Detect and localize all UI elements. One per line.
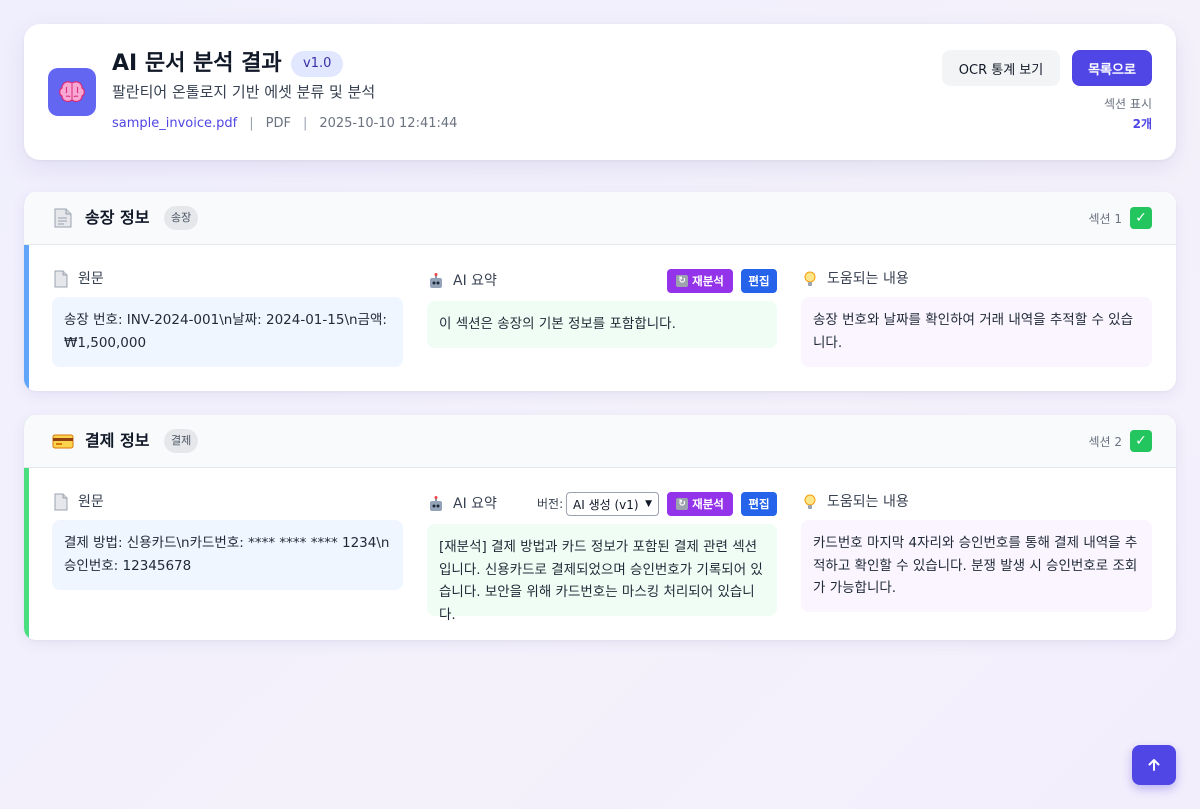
robot-icon	[430, 273, 442, 288]
ai-summary-box: 이 섹션은 송장의 기본 정보를 포함합니다.	[427, 301, 777, 348]
scroll-top-button[interactable]	[1132, 745, 1176, 785]
edit-button[interactable]: 편집	[741, 492, 777, 516]
arrow-up-icon	[1148, 759, 1160, 771]
refresh-icon: ↻	[676, 275, 689, 287]
refresh-icon: ↻	[676, 498, 689, 510]
section-number: 섹션 1	[1088, 212, 1122, 226]
document-icon	[54, 493, 68, 511]
original-label: 원문	[78, 271, 104, 287]
ocr-stats-button[interactable]: OCR 통계 보기	[942, 50, 1060, 86]
credit-card-icon	[52, 434, 74, 449]
section-count: 2개	[1132, 117, 1152, 131]
original-text-box: 결제 방법: 신용카드\n카드번호: **** **** **** 1234\n…	[52, 520, 403, 590]
meta-divider: |	[249, 116, 254, 131]
original-text-box: 송장 번호: INV-2024-001\n날짜: 2024-01-15\n금액:…	[52, 297, 403, 367]
meta-divider: |	[302, 116, 308, 131]
help-text-box: 송장 번호와 날짜를 확인하여 거래 내역을 추적할 수 있습니다.	[801, 297, 1152, 367]
edit-button[interactable]: 편집	[741, 269, 777, 293]
reanalyze-label: 재분석	[692, 497, 724, 511]
brain-icon	[48, 68, 96, 116]
document-icon	[54, 208, 72, 228]
section-card-payment: 결제 정보 결제 섹션 2 ✓ 원문 결제 방법: 신용카드\n카드번호: **…	[24, 415, 1176, 640]
original-label: 원문	[78, 494, 104, 510]
version-select-value: AI 생성 (v1)	[573, 497, 639, 512]
section-number: 섹션 2	[1088, 435, 1122, 449]
original-header: 원문	[52, 492, 352, 512]
ai-summary-header: AI 요약	[427, 271, 627, 291]
section-tag: 송장	[164, 206, 199, 230]
section-display-label: 섹션 표시	[1104, 97, 1152, 111]
ai-summary-box: [재분석] 결제 방법과 카드 정보가 포함된 결제 관련 섹션입니다. 신용카…	[427, 524, 777, 623]
lightbulb-icon	[804, 271, 816, 286]
back-to-list-button[interactable]: 목록으로	[1072, 50, 1152, 86]
page-title: AI 문서 분석 결과	[112, 51, 282, 76]
help-text-box: 카드번호 마지막 4자리와 승인번호를 통해 결제 내역을 추적하고 확인할 수…	[801, 520, 1152, 612]
timestamp: 2025-10-10 12:41:44	[319, 116, 458, 131]
version-select[interactable]: AI 생성 (v1) ▼	[566, 492, 659, 516]
file-type: PDF	[265, 116, 291, 131]
reanalyze-button[interactable]: ↻ 재분석	[667, 492, 733, 516]
section-header: 결제 정보 결제 섹션 2 ✓	[24, 415, 1176, 468]
chevron-down-icon: ▼	[645, 499, 652, 509]
section-header: 송장 정보 송장 섹션 1 ✓	[24, 192, 1176, 245]
robot-icon	[430, 496, 442, 511]
help-label: 도움되는 내용	[827, 271, 909, 287]
reanalyze-label: 재분석	[692, 274, 724, 288]
reanalyze-button[interactable]: ↻ 재분석	[667, 269, 733, 293]
lightbulb-icon	[804, 494, 816, 509]
version-badge: v1.0	[291, 51, 344, 77]
page-subtitle: 팔란티어 온톨로지 기반 에셋 분류 및 분석	[112, 83, 376, 101]
version-label: 버전:	[537, 497, 564, 511]
section-card-invoice: 송장 정보 송장 섹션 1 ✓ 원문 송장 번호: INV-2024-001\n…	[24, 192, 1176, 391]
file-name[interactable]: sample_invoice.pdf	[112, 115, 237, 133]
section-title: 송장 정보	[85, 208, 150, 227]
ai-summary-label: AI 요약	[453, 496, 497, 512]
help-label: 도움되는 내용	[827, 494, 909, 510]
help-header: 도움되는 내용	[801, 269, 1101, 289]
header-card: AI 문서 분석 결과 v1.0 팔란티어 온톨로지 기반 에셋 분류 및 분석…	[24, 24, 1176, 160]
file-meta: sample_invoice.pdf | PDF | 2025-10-10 12…	[112, 115, 457, 133]
check-icon: ✓	[1130, 430, 1152, 452]
document-icon	[54, 270, 68, 288]
ai-summary-header: AI 요약	[427, 494, 547, 514]
help-header: 도움되는 내용	[801, 492, 1101, 512]
ai-summary-label: AI 요약	[453, 273, 497, 289]
original-header: 원문	[52, 269, 352, 289]
section-title: 결제 정보	[85, 431, 150, 450]
section-tag: 결제	[164, 429, 199, 453]
check-icon: ✓	[1130, 207, 1152, 229]
